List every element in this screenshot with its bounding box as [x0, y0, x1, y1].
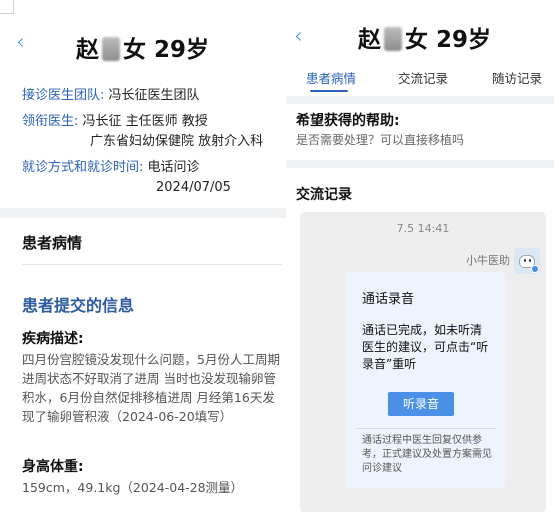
help-text: 是否需要处理？可以直接移植吗 [296, 133, 465, 147]
right-screenshot: ‹ 赵女 29岁 患者病情 交流记录 随访记录 希望获得的帮助: 是否需要处理？… [286, 0, 554, 513]
height-weight-text: 159cm，49.1kg（2024-04-28测量） [22, 480, 244, 495]
chat-timestamp: 7.5 14:41 [396, 222, 450, 235]
lead-value: 冯长征 主任医师 教授 [82, 114, 208, 129]
visit-row: 就诊方式和就诊时间: 电话问诊 [22, 158, 200, 178]
patient-gender-age: 女 29岁 [405, 27, 492, 53]
patient-surname: 赵 [76, 37, 99, 63]
corner-mark [0, 0, 14, 14]
visit-value: 电话问诊 [147, 160, 200, 175]
patient-gender-age: 女 29岁 [123, 37, 210, 63]
visit-date: 2024/07/05 [156, 180, 231, 195]
thin-divider [22, 264, 282, 265]
assistant-avatar-icon [514, 248, 540, 274]
right-header: ‹ 赵女 29岁 [286, 20, 554, 60]
tab-followup[interactable]: 随访记录 [492, 68, 542, 87]
card-title: 通话录音 [362, 292, 415, 307]
blurred-name [384, 27, 402, 51]
section-divider [286, 160, 554, 168]
tab-condition[interactable]: 患者病情 [306, 68, 356, 87]
patient-surname: 赵 [358, 27, 381, 53]
team-row: 接诊医生团队: 冯长征医生团队 [22, 86, 200, 106]
patient-title: 赵女 29岁 [358, 20, 491, 54]
back-chevron-icon[interactable]: ‹ [16, 32, 25, 54]
lead-label: 领衔医生: [22, 114, 79, 129]
team-value: 冯长征医生团队 [108, 88, 200, 103]
visit-label: 就诊方式和就诊时间: [22, 160, 144, 175]
disease-desc-text: 四月份宫腔镜没发现什么问题，5月份人工周期进周状态不好取消了进周 当时也没发现输… [22, 352, 280, 424]
section-divider [0, 208, 286, 218]
left-header: ‹ 赵女 29岁 [0, 22, 286, 68]
card-note: 通话过程中医生回复仅供参考，正式建议及处置方案需见问诊建议 [362, 435, 492, 474]
active-tab-indicator [310, 90, 348, 92]
help-title: 希望获得的帮助: [296, 113, 400, 129]
tab-bar: 患者病情 交流记录 随访记录 [286, 62, 554, 94]
section-divider [286, 96, 554, 104]
tab-chat-records[interactable]: 交流记录 [398, 68, 448, 87]
chat-records-title: 交流记录 [296, 187, 352, 203]
back-chevron-icon[interactable]: ‹ [294, 26, 303, 48]
card-separator [356, 428, 496, 429]
lead-hospital: 广东省妇幼保健院 放射介入科 [90, 134, 264, 149]
left-screenshot: ‹ 赵女 29岁 接诊医生团队: 冯长征医生团队 领衔医生: 冯长征 主任医师 … [0, 0, 286, 513]
blurred-name [102, 37, 120, 61]
chat-area: 7.5 14:41 小牛医助 通话录音 通话已完成，如未听清医生的建议，可点击“… [300, 212, 546, 512]
condition-section-title: 患者病情 [22, 234, 83, 252]
sender-name: 小牛医助 [466, 254, 510, 267]
disease-desc-title: 疾病描述: [22, 331, 84, 347]
patient-title: 赵女 29岁 [76, 30, 209, 64]
card-text: 通话已完成，如未听清医生的建议，可点击“听录音”重听 [362, 323, 489, 371]
submitted-info-title: 患者提交的信息 [22, 296, 135, 315]
listen-recording-button[interactable]: 听录音 [388, 392, 454, 416]
team-label: 接诊医生团队: [22, 88, 105, 103]
call-recording-card: 通话录音 通话已完成，如未听清医生的建议，可点击“听录音”重听 听录音 通话过程… [346, 272, 506, 488]
height-weight-title: 身高体重: [22, 459, 84, 475]
lead-doctor-row: 领衔医生: 冯长征 主任医师 教授 [22, 112, 208, 132]
